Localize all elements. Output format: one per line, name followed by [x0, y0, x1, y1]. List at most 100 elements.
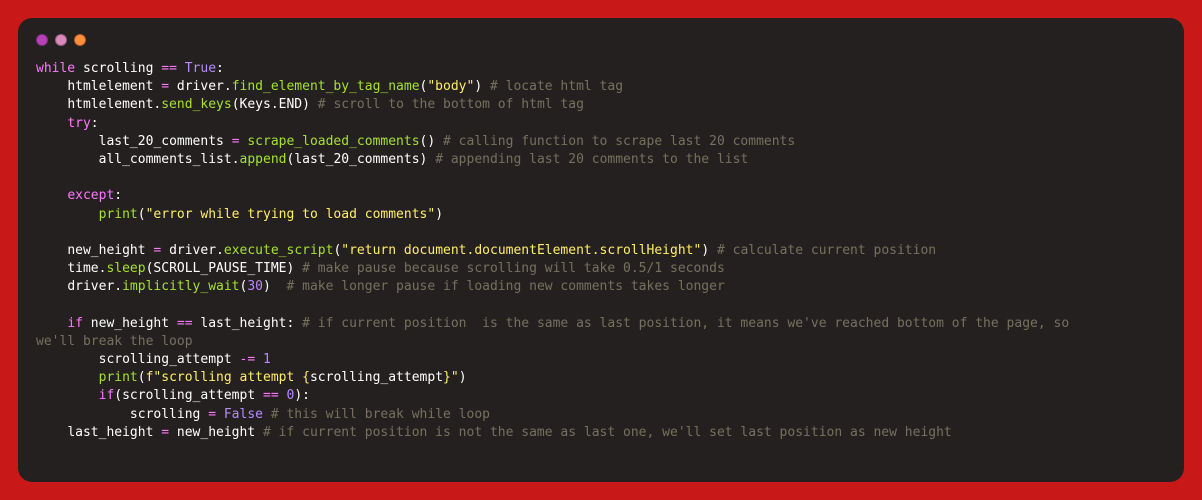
token-dot2: .: [114, 279, 122, 294]
token-id: driver: [169, 243, 216, 258]
token-id: scrolling: [130, 407, 200, 422]
token-op: =: [208, 407, 216, 422]
code-line: we'll break the loop: [36, 334, 193, 349]
token-fn: print: [99, 207, 138, 222]
code-line: driver.implicitly_wait(30) # make longer…: [36, 279, 725, 294]
code-line: if new_height == last_height: # if curre…: [36, 316, 1069, 331]
code-line: [36, 225, 44, 240]
token-id: scrolling_attempt: [99, 352, 232, 367]
token-op: =: [232, 134, 240, 149]
token-paren: ): [459, 370, 467, 385]
token-paren: :: [302, 388, 310, 403]
token-cm: # scroll to the bottom of html tag: [318, 97, 584, 112]
token-brace: }: [443, 370, 451, 385]
token-cm: # if current position is not the same as…: [263, 425, 952, 440]
token-fn: find_element_by_tag_name: [232, 79, 420, 94]
close-icon[interactable]: [36, 34, 48, 46]
code-line: except:: [36, 188, 122, 203]
window-titlebar: [36, 34, 1166, 46]
token-id: last_20_comments: [294, 152, 419, 167]
token-kw: while: [36, 61, 75, 76]
token-paren: :: [286, 316, 294, 331]
token-op: =: [161, 425, 169, 440]
token-cm: # appending last 20 comments to the list: [435, 152, 748, 167]
token-str: "body": [427, 79, 474, 94]
token-brace: {: [302, 370, 310, 385]
token-paren: (: [114, 388, 122, 403]
code-line: htmlelement = driver.find_element_by_tag…: [36, 79, 623, 94]
code-line: [36, 297, 44, 312]
token-dot2: .: [232, 152, 240, 167]
token-paren: (: [232, 97, 240, 112]
token-id: driver: [67, 279, 114, 294]
token-cm: we'll break the loop: [36, 334, 193, 349]
token-op: -=: [240, 352, 256, 367]
token-paren: ): [420, 152, 428, 167]
code-line: while scrolling == True:: [36, 61, 224, 76]
token-op: =: [161, 79, 169, 94]
token-cm: # make pause because scrolling will take…: [302, 261, 725, 276]
code-line: htmlelement.send_keys(Keys.END) # scroll…: [36, 97, 584, 112]
token-paren: (): [420, 134, 436, 149]
minimize-icon[interactable]: [55, 34, 67, 46]
token-id: last_height: [200, 316, 286, 331]
token-id: new_height: [67, 243, 145, 258]
token-paren: :: [91, 116, 99, 131]
token-id: time: [67, 261, 98, 276]
token-str: ": [451, 370, 459, 385]
token-paren: ): [263, 279, 271, 294]
token-fn: append: [240, 152, 287, 167]
token-paren: :: [114, 188, 122, 203]
token-id: new_height: [177, 425, 255, 440]
code-line: [36, 170, 44, 185]
code-line: try:: [36, 116, 99, 131]
token-num: 1: [263, 352, 271, 367]
token-id: all_comments_list: [99, 152, 232, 167]
token-id: scrolling: [83, 61, 153, 76]
token-paren: (: [138, 370, 146, 385]
token-kw: except: [67, 188, 114, 203]
token-kw: try: [67, 116, 90, 131]
token-fn: send_keys: [161, 97, 231, 112]
token-id: END: [279, 97, 302, 112]
code-line: time.sleep(SCROLL_PAUSE_TIME) # make pau…: [36, 261, 725, 276]
code-line: last_20_comments = scrape_loaded_comment…: [36, 134, 795, 149]
token-id: last_20_comments: [99, 134, 224, 149]
token-cm: # if current position is the same as las…: [302, 316, 1069, 331]
code-block: while scrolling == True: htmlelement = d…: [36, 60, 1166, 442]
token-id: scrolling_attempt: [310, 370, 443, 385]
token-kw: if: [67, 316, 83, 331]
token-id: SCROLL_PAUSE_TIME: [153, 261, 286, 276]
code-line: last_height = new_height # if current po…: [36, 425, 952, 440]
token-dot2: .: [224, 79, 232, 94]
token-dot2: .: [271, 97, 279, 112]
token-op: ==: [161, 61, 177, 76]
code-line: scrolling_attempt -= 1: [36, 352, 271, 367]
token-str: f"scrolling attempt: [146, 370, 303, 385]
token-str: "return document.documentElement.scrollH…: [341, 243, 701, 258]
token-paren: ): [286, 261, 294, 276]
token-paren: ): [701, 243, 709, 258]
token-cm: # this will break while loop: [271, 407, 490, 422]
token-id: htmlelement: [67, 79, 153, 94]
token-cm: # calculate current position: [717, 243, 936, 258]
token-id: new_height: [91, 316, 169, 331]
token-paren: ): [294, 388, 302, 403]
token-fn: implicitly_wait: [122, 279, 239, 294]
token-bool: False: [224, 407, 263, 422]
maximize-icon[interactable]: [74, 34, 86, 46]
token-id: htmlelement: [67, 97, 153, 112]
token-id: last_height: [67, 425, 153, 440]
code-line: print("error while trying to load commen…: [36, 207, 443, 222]
code-line: if(scrolling_attempt == 0):: [36, 388, 310, 403]
token-paren: ): [474, 79, 482, 94]
token-str: "error while trying to load comments": [146, 207, 436, 222]
code-line: scrolling = False # this will break whil…: [36, 407, 490, 422]
token-cm: # locate html tag: [490, 79, 623, 94]
token-fn: sleep: [106, 261, 145, 276]
token-fn: print: [99, 370, 138, 385]
token-kw: if: [99, 388, 115, 403]
code-window: while scrolling == True: htmlelement = d…: [18, 18, 1184, 482]
token-fn: execute_script: [224, 243, 334, 258]
token-op: =: [153, 243, 161, 258]
